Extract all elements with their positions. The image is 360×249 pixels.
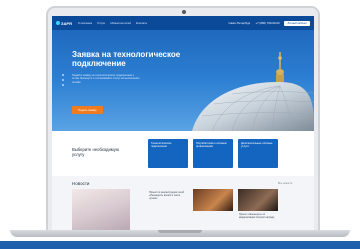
hero-title: Заявка на технологическое подключение xyxy=(72,50,181,68)
news-section: Новости Все новости Проект по реконструк… xyxy=(52,176,314,231)
news-card-text: Проект по реконструкции сетей «Ленэнерго… xyxy=(149,191,184,200)
laptop-notch xyxy=(158,230,202,233)
service-card-label: Технологическое подключение xyxy=(151,142,172,149)
hero-section: Заявка на технологическое подключение По… xyxy=(52,16,314,131)
service-card[interactable]: Технологическое подключение xyxy=(148,139,188,168)
service-card[interactable]: Дополнительные платные услуги xyxy=(238,139,278,168)
camera-icon xyxy=(182,10,186,14)
news-card-image xyxy=(193,189,233,211)
services-title: Выберите необходимую услугу xyxy=(72,147,119,157)
city-selector[interactable]: Санкт-Петербург xyxy=(229,21,251,25)
news-card[interactable]: Проект «Ленэнерго» по модернизации получ… xyxy=(238,189,278,231)
hero-pagination[interactable] xyxy=(62,74,64,86)
logo[interactable]: ЗАРЯ xyxy=(56,21,72,26)
account-button[interactable]: Личный кабинет xyxy=(284,20,310,26)
pagination-dot[interactable] xyxy=(62,84,64,86)
news-card-image xyxy=(238,189,278,211)
news-image-large[interactable] xyxy=(72,189,130,231)
logo-text: ЗАРЯ xyxy=(61,20,72,26)
laptop-screen: Заявка на технологическое подключение По… xyxy=(52,16,314,231)
pagination-dot[interactable] xyxy=(62,74,64,76)
news-title: Новости xyxy=(72,181,90,186)
logo-icon xyxy=(56,21,60,25)
pagination-dot[interactable] xyxy=(62,79,64,81)
services-section: Выберите необходимую услугу Технологичес… xyxy=(52,131,314,176)
service-card-label: Потребителям и сетевым организациям xyxy=(196,142,227,149)
nav-item[interactable]: Абонентам сетей xyxy=(110,22,131,25)
bottom-strip xyxy=(0,241,360,249)
hero-subtitle: Подайте заявку на технологическое подклю… xyxy=(72,74,140,84)
nav-item[interactable]: Услуги xyxy=(97,22,105,25)
main-nav: О компании Услуги Абонентам сетей Контак… xyxy=(78,22,147,25)
all-news-link[interactable]: Все новости xyxy=(278,182,292,185)
nav-item[interactable]: О компании xyxy=(78,22,92,25)
news-card[interactable] xyxy=(193,189,233,231)
nav-item[interactable]: Контакты xyxy=(136,22,147,25)
site-header: ЗАРЯ О компании Услуги Абонентам сетей К… xyxy=(52,16,314,30)
service-card[interactable]: Потребителям и сетевым организациям xyxy=(193,139,233,168)
hero-text: Заявка на технологическое подключение По… xyxy=(72,50,212,84)
news-card-text: Проект «Ленэнерго» по модернизации получ… xyxy=(239,213,275,219)
phone-number[interactable]: +7 (800) 700-00-00 xyxy=(255,21,279,25)
service-card-label: Дополнительные платные услуги xyxy=(241,142,273,149)
submit-request-button[interactable]: Подать заявку xyxy=(72,106,103,114)
header-right: Санкт-Петербург +7 (800) 700-00-00 Личны… xyxy=(229,20,310,26)
news-card[interactable]: Проект по реконструкции сетей «Ленэнерго… xyxy=(148,189,188,231)
